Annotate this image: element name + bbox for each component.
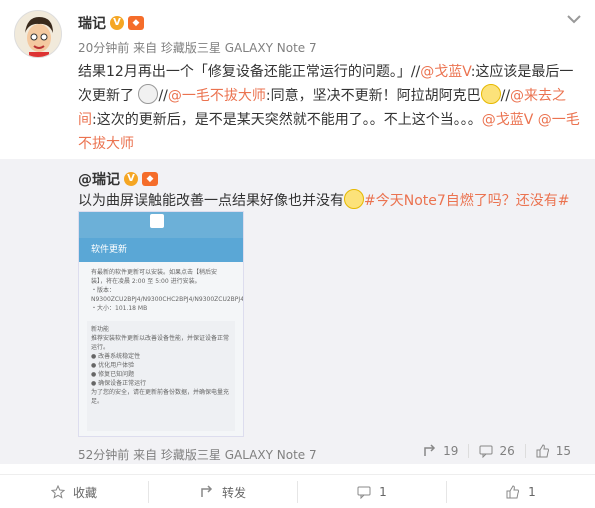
post-text: 结果12月再出一个「修复设备还能正常运行的问题。」//@戈蓝V:这应该是最后一次… [78,60,583,156]
screenshot-footer: 为了您的安全，请在更新前备份数据，并确保电量充足。 [91,389,230,405]
mention-link[interactable]: @戈蓝V [482,112,534,128]
screenshot-feature-item: ● 修复已知问题 [91,371,135,378]
text-segment: :同意，坚决不更新！阿拉胡阿克巴 [265,88,481,104]
screenshot-topbar [79,212,243,238]
member-badge-icon: ◆ [128,16,144,30]
screenshot-body: 有最新的软件更新可以安装。如果点击【稍后安装】，将在凌晨 2:00 至 5:00… [79,262,243,313]
repost-box: @瑞记 V ◆ 以为曲屏误触能改善一点结果好像也并没有 #今天Note7自燃了吗？… [0,159,595,464]
forward-label: 转发 [221,485,246,500]
screenshot-new-features: 新功能 推荐安装软件更新以改善设备性能，并保证设备正常运行。 ● 改善系统稳定性… [87,321,235,431]
weibo-card: 瑞记 V ◆ 20分钟前 来自 珍藏版三星 GALAXY Note 7 结果12… [0,0,595,508]
post-meta: 20分钟前 来自 珍藏版三星 GALAXY Note 7 [78,41,317,55]
screenshot-size: ・大小：101.18 MB [91,305,148,312]
repost-forward-button[interactable]: 19 [413,444,468,458]
comment-count: 1 [379,485,387,499]
thumbs-up-icon [506,485,520,499]
avatar[interactable] [14,10,62,58]
like-count: 15 [555,444,571,458]
repost-text-body: 以为曲屏误触能改善一点结果好像也并没有 [78,193,344,209]
screenshot-feature-item: ● 确保设备正常运行 [91,380,147,387]
screenshot-line: 有最新的软件更新可以安装。如果点击【稍后安装】，将在凌晨 2:00 至 5:00… [91,269,218,285]
forward-count: 19 [443,444,459,458]
screenshot-title: 软件更新 [79,238,243,262]
sleepy-emoji-icon [480,84,501,104]
comment-icon [479,445,493,458]
forward-button[interactable]: 转发 [148,481,297,503]
comment-icon [357,486,371,499]
screenshot-features-title: 新功能 [91,326,110,333]
dog-emoji-icon [138,84,159,104]
forward-icon [201,485,213,497]
favorite-button[interactable]: 收藏 [0,481,148,503]
author-name[interactable]: 瑞记 V ◆ [78,13,144,33]
repost-author-text[interactable]: @瑞记 [78,169,120,189]
download-icon [150,214,164,228]
member-badge-icon: ◆ [142,172,158,186]
like-button[interactable]: 1 [446,481,595,503]
like-count: 1 [528,485,536,499]
text-segment: // [500,88,511,104]
mention-link[interactable]: @一毛不拔大师 [168,88,266,104]
doubt-emoji-icon [344,189,364,209]
screenshot-feature-item: ● 改善系统稳定性 [91,353,141,360]
attached-screenshot[interactable]: 软件更新 有最新的软件更新可以安装。如果点击【稍后安装】，将在凌晨 2:00 至… [78,211,244,437]
text-segment: 结果12月再出一个「修复设备还能正常运行的问题。」// [78,64,421,80]
verified-v-icon: V [110,16,124,30]
verified-v-icon: V [124,172,138,186]
comment-button[interactable]: 1 [297,481,446,503]
favorite-label: 收藏 [72,485,97,500]
chevron-down-icon[interactable] [567,14,581,24]
repost-like-button[interactable]: 15 [524,444,581,458]
repost-actions: 19 26 15 [413,444,581,458]
author-name-text[interactable]: 瑞记 [78,13,106,33]
repost-comment-button[interactable]: 26 [468,444,524,458]
text-segment: :这次的更新后，是不是某天突然就不能用了。。不上这个当。。。 [92,112,482,128]
avatar-cartoon-icon [15,11,61,57]
forward-icon [424,444,436,456]
screenshot-version: ・版本：N9300ZCU2BPJ4/N9300CHC2BPJ4/N9300ZCU… [91,287,244,303]
mention-link[interactable]: @戈蓝V [420,64,470,80]
thumbs-up-icon [536,444,549,458]
action-bar: 收藏 转发 1 1 [0,474,595,508]
screenshot-feature-item: ● 优化用户体验 [91,362,135,369]
comment-count: 26 [499,444,515,458]
repost-author[interactable]: @瑞记 V ◆ [78,169,158,189]
screenshot-features-body: 推荐安装软件更新以改善设备性能，并保证设备正常运行。 [91,335,230,351]
hashtag-link[interactable]: #今天Note7自燃了吗？还没有# [364,193,570,209]
repost-text: 以为曲屏误触能改善一点结果好像也并没有 #今天Note7自燃了吗？还没有# [78,189,570,211]
star-icon [50,485,65,499]
repost-meta: 52分钟前 来自 珍藏版三星 GALAXY Note 7 [78,448,317,462]
text-segment: // [158,88,168,104]
